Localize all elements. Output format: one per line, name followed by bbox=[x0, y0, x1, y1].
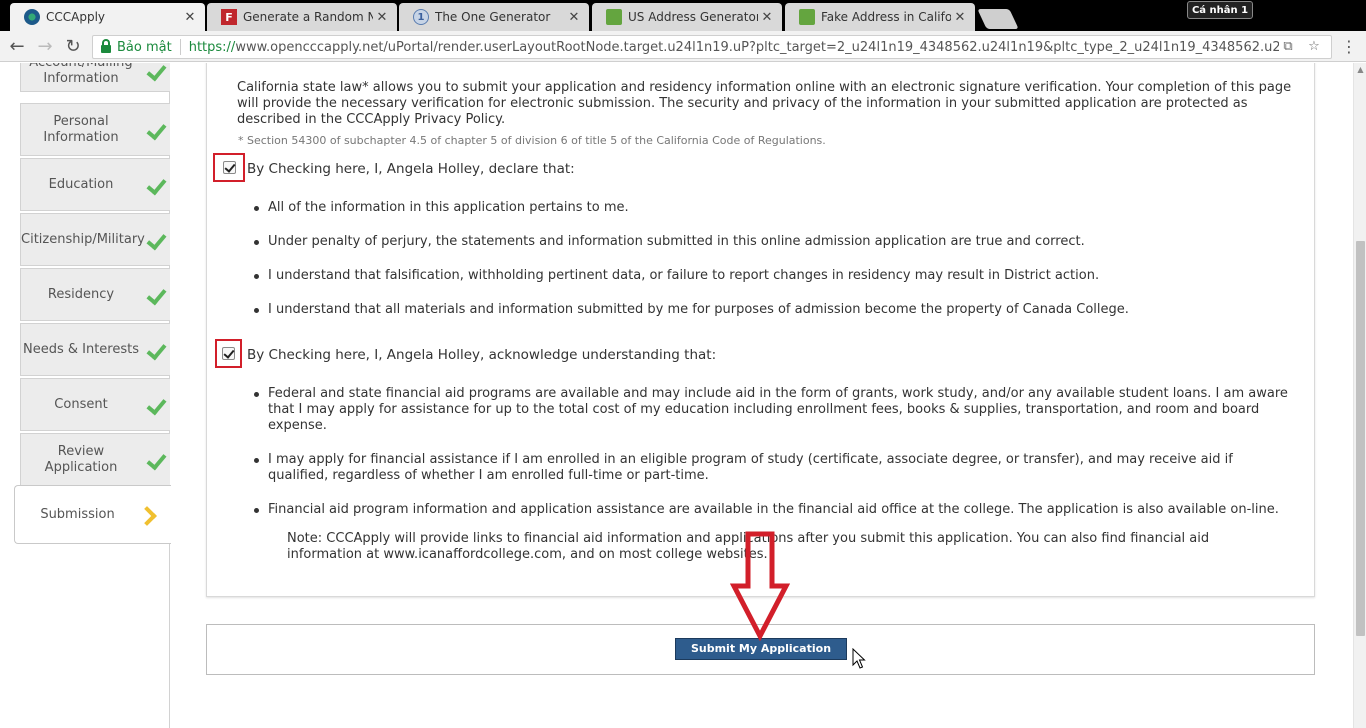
list-item: I may apply for financial assistance if … bbox=[253, 452, 1293, 484]
bullet-text: Under penalty of perjury, the statements… bbox=[268, 234, 1085, 249]
chevron-right-icon bbox=[142, 508, 156, 522]
list-item: All of the information in this applicati… bbox=[253, 200, 1293, 216]
forward-arrow-icon[interactable]: → bbox=[34, 36, 56, 58]
list-item: Under penalty of perjury, the statements… bbox=[253, 234, 1293, 250]
checkmark-icon bbox=[146, 63, 164, 79]
checkmark-icon bbox=[146, 287, 164, 303]
reload-icon[interactable]: ↻ bbox=[62, 36, 84, 58]
tab-random-name[interactable]: F Generate a Random Name ✕ bbox=[207, 3, 397, 31]
address-toolbar: ← → ↻ Bảo mật https://www.opencccapply.n… bbox=[0, 31, 1366, 62]
bullet-text: I may apply for financial assistance if … bbox=[268, 452, 1233, 483]
list-item: I understand that falsification, withhol… bbox=[253, 268, 1293, 284]
checkmark-icon bbox=[146, 342, 164, 358]
sidebar-nav: Account/Mailing Information Personal Inf… bbox=[0, 63, 171, 728]
f-favicon-icon: F bbox=[221, 9, 237, 25]
sidebar-item-citizenship[interactable]: Citizenship/Military bbox=[20, 213, 170, 266]
secure-label: Bảo mật bbox=[117, 39, 172, 55]
submit-application-button[interactable]: Submit My Application bbox=[675, 638, 847, 660]
checkmark-icon bbox=[146, 177, 164, 193]
checkmark-icon bbox=[146, 122, 164, 138]
checkmark-icon bbox=[146, 452, 164, 468]
sidebar-item-submission[interactable]: Submission bbox=[14, 485, 171, 544]
mouse-cursor-icon bbox=[852, 648, 866, 669]
map-pin-favicon-icon bbox=[606, 9, 622, 25]
declaration-1-label: By Checking here, I, Angela Holley, decl… bbox=[247, 161, 575, 177]
tab-fake-address[interactable]: Fake Address in California ✕ bbox=[785, 3, 975, 31]
submission-panel: California state law* allows you to subm… bbox=[206, 63, 1315, 597]
sidebar-item-consent[interactable]: Consent bbox=[20, 378, 170, 431]
checkmark-icon bbox=[146, 397, 164, 413]
menu-icon[interactable]: ⋮ bbox=[1338, 36, 1360, 58]
lock-icon bbox=[101, 39, 111, 53]
tab-title: CCCApply bbox=[46, 10, 106, 24]
divider bbox=[179, 39, 181, 55]
translate-icon[interactable]: ⧉ bbox=[1279, 39, 1297, 55]
scrollbar-thumb[interactable] bbox=[1356, 241, 1365, 636]
sidebar-item-label: Citizenship/Military bbox=[21, 231, 145, 247]
sidebar-item-label: Education bbox=[48, 176, 114, 192]
tab-title: The One Generator bbox=[435, 10, 551, 24]
tab-title: Fake Address in California bbox=[821, 10, 951, 24]
declare-checkbox[interactable] bbox=[213, 153, 245, 182]
close-icon[interactable]: ✕ bbox=[951, 10, 969, 25]
intro-paragraph: California state law* allows you to subm… bbox=[237, 80, 1292, 127]
tab-title: US Address Generator - F bbox=[628, 10, 758, 24]
declaration-2-label: By Checking here, I, Angela Holley, ackn… bbox=[247, 347, 717, 363]
bullet-text: Federal and state financial aid programs… bbox=[268, 386, 1288, 433]
bullet-text: I understand that all materials and info… bbox=[268, 302, 1129, 317]
bookmark-star-icon[interactable]: ☆ bbox=[1305, 39, 1323, 55]
url-text[interactable]: https://www.opencccapply.net/uPortal/ren… bbox=[189, 40, 1279, 55]
checkbox-checked-icon bbox=[222, 161, 236, 174]
list-item: Federal and state financial aid programs… bbox=[253, 386, 1293, 434]
close-icon[interactable]: ✕ bbox=[565, 10, 583, 25]
checkbox-checked-icon bbox=[222, 347, 235, 360]
profile-button[interactable]: Cá nhân 1 bbox=[1187, 1, 1253, 19]
sidebar-item-label: Personal Information bbox=[43, 113, 119, 145]
sidebar-item-personal[interactable]: Personal Information bbox=[20, 103, 170, 156]
tab-cccapply[interactable]: CCCApply ✕ bbox=[10, 3, 205, 31]
sidebar-item-label: Review Application bbox=[44, 443, 118, 475]
bullet-text: All of the information in this applicati… bbox=[268, 200, 629, 215]
close-icon[interactable]: ✕ bbox=[758, 10, 776, 25]
sidebar-item-label: Consent bbox=[54, 396, 108, 412]
sidebar-item-needs-interests[interactable]: Needs & Interests bbox=[20, 323, 170, 376]
cccapply-favicon-icon bbox=[24, 9, 40, 25]
bullet-text: I understand that falsification, withhol… bbox=[268, 268, 1100, 283]
tab-title: Generate a Random Name bbox=[243, 10, 373, 24]
sidebar-item-review[interactable]: Review Application bbox=[20, 433, 170, 486]
vertical-scrollbar[interactable]: ▲ bbox=[1353, 63, 1366, 728]
page-viewport: Account/Mailing Information Personal Inf… bbox=[0, 63, 1353, 728]
scroll-up-arrow-icon[interactable]: ▲ bbox=[1354, 65, 1366, 75]
red-arrow-annotation-icon bbox=[730, 531, 790, 641]
url-protocol: https:// bbox=[188, 39, 236, 55]
sidebar-item-label: Submission bbox=[40, 506, 115, 522]
close-icon[interactable]: ✕ bbox=[181, 10, 199, 25]
close-icon[interactable]: ✕ bbox=[373, 10, 391, 25]
tab-us-address[interactable]: US Address Generator - F ✕ bbox=[592, 3, 782, 31]
checkmark-icon bbox=[146, 232, 164, 248]
new-tab-button[interactable] bbox=[977, 9, 1019, 29]
list-item: I understand that all materials and info… bbox=[253, 302, 1293, 318]
sidebar-item-residency[interactable]: Residency bbox=[20, 268, 170, 321]
browser-tab-bar: CCCApply ✕ F Generate a Random Name ✕ 1 … bbox=[0, 0, 1366, 31]
url-bar[interactable]: Bảo mật https://www.opencccapply.net/uPo… bbox=[92, 35, 1332, 59]
sidebar-item-label: Residency bbox=[47, 286, 115, 302]
sidebar-item-label: Account/Mailing Information bbox=[29, 63, 132, 86]
list-item: Financial aid program information and ap… bbox=[253, 502, 1293, 518]
tab-one-generator[interactable]: 1 The One Generator ✕ bbox=[399, 3, 589, 31]
sidebar-item-education[interactable]: Education bbox=[20, 158, 170, 211]
sidebar-item-label: Needs & Interests bbox=[22, 341, 140, 357]
back-arrow-icon[interactable]: ← bbox=[6, 36, 28, 58]
sidebar-item-account-mailing[interactable]: Account/Mailing Information bbox=[20, 63, 170, 92]
footnote: * Section 54300 of subchapter 4.5 of cha… bbox=[238, 134, 826, 147]
one-generator-favicon-icon: 1 bbox=[413, 9, 429, 25]
url-path: www.opencccapply.net/uPortal/render.user… bbox=[235, 39, 1279, 55]
acknowledge-checkbox[interactable] bbox=[215, 339, 242, 368]
bullet-text: Financial aid program information and ap… bbox=[268, 502, 1279, 517]
map-pin-favicon-icon bbox=[799, 9, 815, 25]
